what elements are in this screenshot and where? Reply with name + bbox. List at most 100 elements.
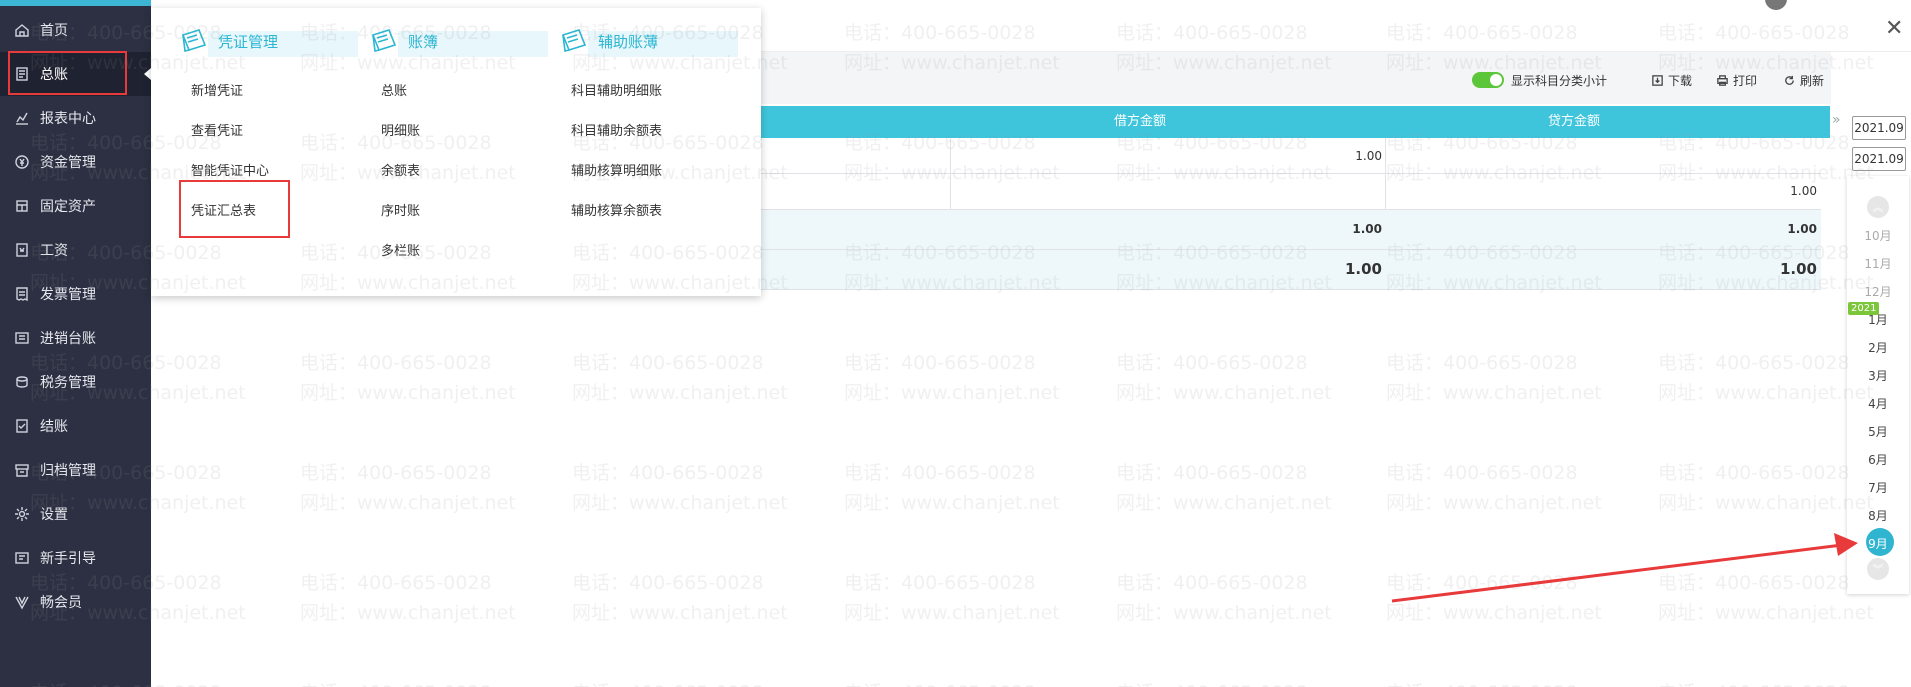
- total-debit: 1.00: [1344, 260, 1382, 278]
- home-icon: [13, 21, 31, 39]
- month-item[interactable]: 10月: [1847, 227, 1909, 244]
- active-indicator-arrow: [144, 68, 151, 80]
- menu-aux-accounting-detail[interactable]: 辅助核算明细账: [571, 160, 662, 179]
- expand-columns-icon[interactable]: »: [1832, 112, 1841, 128]
- month-item[interactable]: 2月: [1847, 339, 1909, 356]
- month-item[interactable]: 5月: [1847, 423, 1909, 440]
- month-item[interactable]: 4月: [1847, 395, 1909, 412]
- gear-icon: [13, 505, 31, 523]
- sidebar-item-label: 报表中心: [40, 111, 96, 127]
- menu-aux-subject-balance[interactable]: 科目辅助余额表: [571, 120, 662, 139]
- month-item[interactable]: 6月: [1847, 451, 1909, 468]
- print-label: 打印: [1733, 74, 1758, 88]
- sidebar-item-13[interactable]: 畅会员: [0, 580, 151, 624]
- period-end-field[interactable]: 2021.09: [1852, 147, 1906, 171]
- menu-col-title: 凭证管理: [218, 32, 279, 51]
- refresh-button[interactable]: 刷新: [1782, 72, 1824, 89]
- menu-col-voucher-header: 凭证管理: [178, 26, 358, 57]
- show-subtotal-label: 显示科目分类小计: [1511, 72, 1607, 89]
- sidebar-item-11[interactable]: 设置: [0, 492, 151, 536]
- sidebar-item-label: 结账: [40, 419, 68, 435]
- menu-aux-subject-detail[interactable]: 科目辅助明细账: [571, 80, 662, 99]
- sidebar-item-4[interactable]: 固定资产: [0, 184, 151, 228]
- salary-icon: [13, 241, 31, 259]
- total-credit: 1.00: [1779, 260, 1817, 278]
- sidebar-item-9[interactable]: 结账: [0, 404, 151, 448]
- sidebar-item-label: 固定资产: [40, 199, 96, 215]
- scroll-up-icon[interactable]: ︽: [1867, 196, 1889, 218]
- sidebar-item-label: 发票管理: [40, 287, 96, 303]
- download-button[interactable]: 下载: [1650, 72, 1692, 89]
- sidebar-item-0[interactable]: 首页: [0, 8, 151, 52]
- print-icon: [1715, 74, 1729, 88]
- sidebar-item-label: 资金管理: [40, 155, 96, 171]
- month-item-selected[interactable]: 9月: [1847, 535, 1909, 552]
- sidebar-item-2[interactable]: 报表中心: [0, 96, 151, 140]
- month-item[interactable]: 1月: [1847, 311, 1909, 328]
- debit-header: 借方金额: [1113, 114, 1166, 129]
- sidebar-item-label: 归档管理: [40, 463, 96, 479]
- table-header: 借方金额 贷方金额: [760, 106, 1830, 138]
- month-item[interactable]: 3月: [1847, 367, 1909, 384]
- menu-col-title: 账簿: [408, 32, 439, 51]
- row3-debit: 1.00: [1352, 222, 1382, 236]
- books-icon: [368, 26, 400, 56]
- menu-general-ledger[interactable]: 总账: [381, 80, 407, 99]
- refresh-icon: [1782, 74, 1796, 88]
- annotation-box-ledger: [8, 51, 127, 95]
- print-button[interactable]: 打印: [1715, 72, 1757, 89]
- menu-journal[interactable]: 序时账: [381, 200, 420, 219]
- checkout-icon: [13, 417, 31, 435]
- show-subtotal-toggle[interactable]: [1472, 72, 1504, 88]
- close-icon[interactable]: ✕: [1885, 16, 1903, 41]
- sidebar-item-3[interactable]: 资金管理: [0, 140, 151, 184]
- sidebar-item-label: 进销台账: [40, 331, 96, 347]
- menu-col-aux-header: 辅助账薄: [558, 26, 738, 57]
- inventory-icon: [13, 329, 31, 347]
- menu-aux-accounting-balance[interactable]: 辅助核算余额表: [571, 200, 662, 219]
- sidebar-item-12[interactable]: 新手引导: [0, 536, 151, 580]
- aux-books-icon: [558, 26, 590, 56]
- sidebar-top-strip: [0, 0, 151, 6]
- sidebar-item-label: 设置: [40, 507, 68, 523]
- tax-icon: [13, 373, 31, 391]
- sidebar-item-10[interactable]: 归档管理: [0, 448, 151, 492]
- invoice-icon: [13, 285, 31, 303]
- sidebar-item-7[interactable]: 进销台账: [0, 316, 151, 360]
- menu-balance-sheet[interactable]: 余额表: [381, 160, 420, 179]
- row2-credit: 1.00: [1790, 184, 1817, 198]
- refresh-label: 刷新: [1800, 74, 1825, 88]
- sidebar-item-5[interactable]: 工资: [0, 228, 151, 272]
- month-item[interactable]: 11月: [1847, 255, 1909, 272]
- guide-icon: [13, 549, 31, 567]
- period-start-field[interactable]: 2021.09: [1852, 116, 1906, 140]
- menu-new-voucher[interactable]: 新增凭证: [191, 80, 243, 99]
- row3-credit: 1.00: [1787, 222, 1817, 236]
- sidebar-item-label: 工资: [40, 243, 68, 259]
- menu-multi-column-ledger[interactable]: 多栏账: [381, 240, 420, 259]
- menu-detail-ledger[interactable]: 明细账: [381, 120, 420, 139]
- month-item[interactable]: 12月: [1847, 283, 1909, 300]
- download-icon: [1650, 74, 1664, 88]
- asset-icon: [13, 197, 31, 215]
- sidebar-item-label: 畅会员: [40, 595, 82, 611]
- month-item[interactable]: 8月: [1847, 507, 1909, 524]
- chart-icon: [13, 109, 31, 127]
- sidebar-item-8[interactable]: 税务管理: [0, 360, 151, 404]
- annotation-box-voucher-summary: [179, 180, 290, 238]
- vip-icon: [13, 593, 31, 611]
- sidebar-item-label: 首页: [40, 23, 68, 39]
- sidebar-item-label: 税务管理: [40, 375, 96, 391]
- menu-col-books-header: 账簿: [368, 26, 548, 57]
- download-label: 下载: [1668, 74, 1693, 88]
- sidebar-item-6[interactable]: 发票管理: [0, 272, 151, 316]
- row1-debit: 1.00: [1355, 149, 1382, 163]
- scroll-down-icon[interactable]: ︾: [1867, 558, 1889, 580]
- menu-view-voucher[interactable]: 查看凭证: [191, 120, 243, 139]
- credit-header: 贷方金额: [1547, 114, 1600, 129]
- menu-smart-voucher-center[interactable]: 智能凭证中心: [191, 160, 269, 179]
- sidebar-item-label: 新手引导: [40, 551, 96, 567]
- money-icon: [13, 153, 31, 171]
- month-item[interactable]: 7月: [1847, 479, 1909, 496]
- archive-icon: [13, 461, 31, 479]
